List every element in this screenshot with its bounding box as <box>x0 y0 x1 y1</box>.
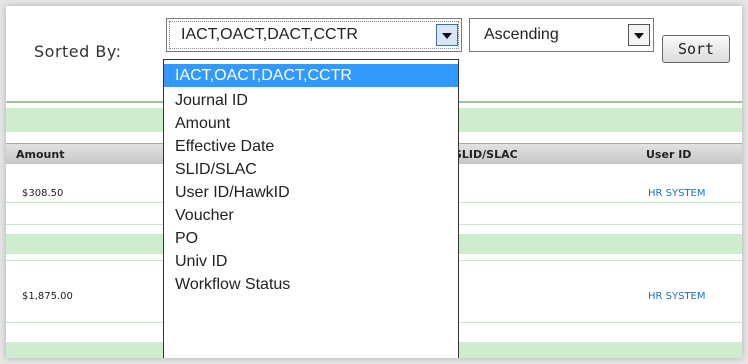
user-id-link[interactable]: HR SYSTEM <box>648 291 706 302</box>
amount-cell: $308.50 <box>22 188 64 199</box>
header-amount[interactable]: Amount <box>16 148 64 161</box>
sort-order-select[interactable]: Ascending <box>469 18 654 52</box>
sort-button[interactable]: Sort <box>662 35 730 63</box>
chevron-down-icon[interactable] <box>628 24 650 46</box>
option-voucher[interactable]: Voucher <box>164 204 458 227</box>
sort-field-value: IACT,OACT,DACT,CCTR <box>181 26 358 43</box>
option-journal-id[interactable]: Journal ID <box>164 89 458 112</box>
header-user-id[interactable]: User ID <box>646 148 691 161</box>
option-po[interactable]: PO <box>164 227 458 250</box>
sort-field-dropdown[interactable]: IACT,OACT,DACT,CCTR Journal ID Amount Ef… <box>163 59 459 358</box>
option-effective-date[interactable]: Effective Date <box>164 135 458 158</box>
sort-field-select[interactable]: IACT,OACT,DACT,CCTR <box>166 18 462 52</box>
chevron-down-icon[interactable] <box>436 24 458 46</box>
header-slid-slac[interactable]: SLID/SLAC <box>454 148 518 161</box>
option-univ-id[interactable]: Univ ID <box>164 250 458 273</box>
option-user-id-hawkid[interactable]: User ID/HawkID <box>164 181 458 204</box>
amount-cell: $1,875.00 <box>22 291 73 302</box>
sorted-by-label: Sorted By: <box>34 42 122 61</box>
option-workflow-status[interactable]: Workflow Status <box>164 273 458 296</box>
report-panel: Sorted By: IACT,OACT,DACT,CCTR Ascending… <box>6 6 742 358</box>
sort-order-value: Ascending <box>484 26 559 43</box>
option-amount[interactable]: Amount <box>164 112 458 135</box>
user-id-link[interactable]: HR SYSTEM <box>648 188 706 199</box>
option-iact-oact-dact-cctr[interactable]: IACT,OACT,DACT,CCTR <box>164 64 458 87</box>
option-slid-slac[interactable]: SLID/SLAC <box>164 158 458 181</box>
